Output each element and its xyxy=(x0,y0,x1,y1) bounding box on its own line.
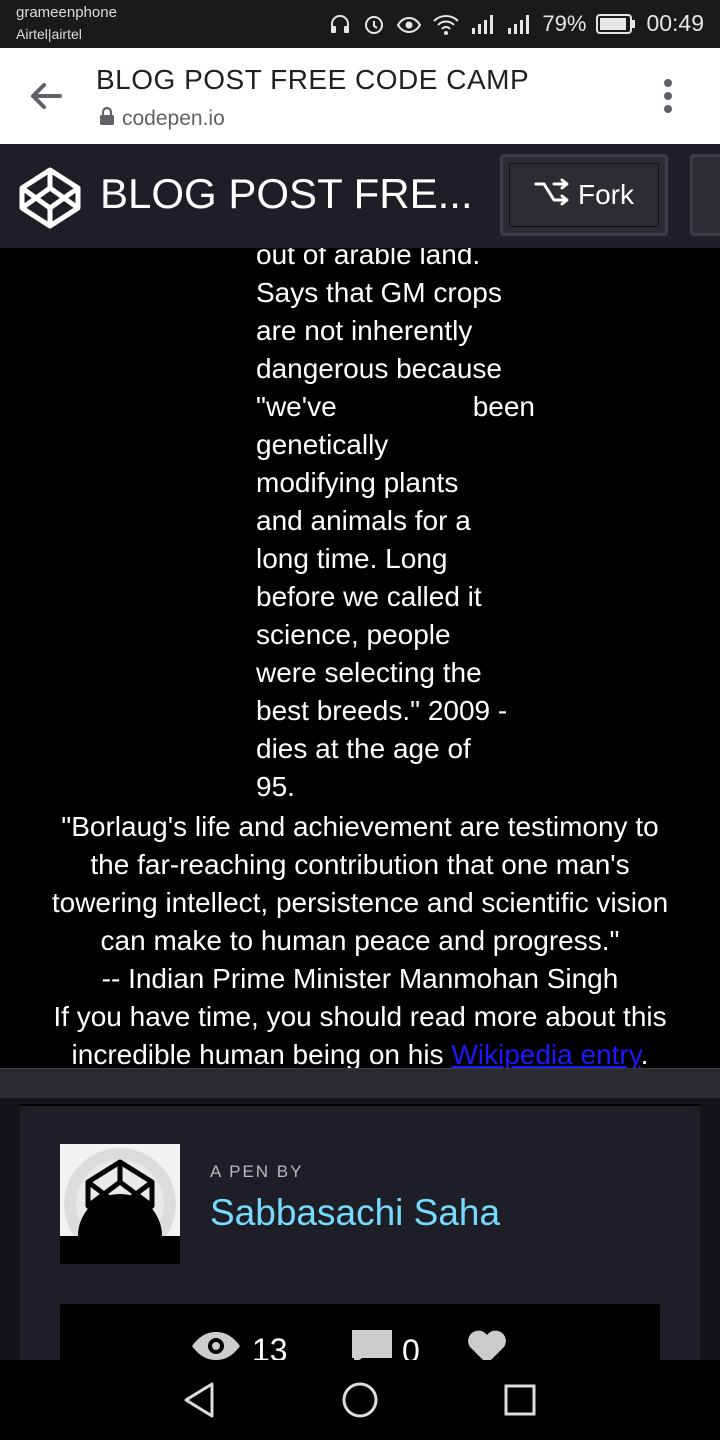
overflow-menu-button[interactable] xyxy=(650,76,686,116)
nav-back-icon xyxy=(184,1382,214,1418)
quote-line: the far-reaching contribution that one m… xyxy=(90,849,630,880)
pen-by-label: A PEN BY xyxy=(210,1162,304,1181)
author-card: A PEN BY Sabbasachi Saha 13 0 xyxy=(20,1104,700,1369)
preview-divider xyxy=(0,1068,720,1099)
nav-recents-button[interactable] xyxy=(500,1380,540,1420)
signal-icon-sim2 xyxy=(506,12,532,36)
quote-line: towering intellect, persistence and scie… xyxy=(51,887,669,918)
system-nav-bar xyxy=(0,1360,720,1440)
nav-home-icon xyxy=(342,1382,378,1418)
carrier-secondary: Airtel|airtel xyxy=(16,26,82,42)
timeline-line: modifying plants xyxy=(256,467,459,498)
avatar[interactable] xyxy=(60,1144,180,1264)
timeline-line: best breeds." 2009 - xyxy=(256,695,508,726)
codepen-logo-icon[interactable] xyxy=(18,166,82,230)
signal-icon-sim1 xyxy=(470,12,496,36)
back-arrow-icon xyxy=(31,83,62,109)
battery-percent: 79% xyxy=(542,10,587,36)
headphones-icon xyxy=(328,12,352,36)
timeline-line: long time. Long xyxy=(256,543,448,574)
timeline-line: 95. xyxy=(256,771,295,802)
clock: 00:49 xyxy=(646,10,704,36)
read-more-line: If you have time, you should read more a… xyxy=(53,1001,667,1032)
read-more-line-2: incredible human being on his Wikipedia … xyxy=(71,1039,649,1068)
status-bar: grameenphone Airtel|airtel 79% 00:49 xyxy=(0,0,720,48)
pen-preview-content: out of arable land. Says that GM crops a… xyxy=(0,248,720,1068)
timeline-line: and animals for a xyxy=(256,505,471,536)
battery-icon xyxy=(596,13,636,35)
eye-comfort-icon xyxy=(396,12,422,36)
url-display[interactable]: codepen.io xyxy=(98,106,225,132)
page-title: BLOG POST FREE CODE CAMP xyxy=(96,64,530,95)
codepen-header: BLOG POST FRE... Fork xyxy=(0,144,720,248)
pen-footer: A PEN BY Sabbasachi Saha 13 0 xyxy=(0,1098,720,1369)
back-button[interactable] xyxy=(26,76,66,116)
more-vert-icon xyxy=(664,79,672,113)
quote-attribution: -- Indian Prime Minister Manmohan Singh xyxy=(101,963,619,994)
wifi-icon xyxy=(432,12,460,36)
lock-icon xyxy=(98,106,116,132)
timeline-line: Says that GM crops xyxy=(256,277,502,308)
timeline-line: genetically xyxy=(256,429,389,460)
timeline-line: were selecting the xyxy=(256,657,482,688)
timeline-line: are not inherently xyxy=(256,315,473,346)
timeline-line: dangerous because xyxy=(256,353,502,384)
borlaug-quote: "Borlaug's life and achievement are test… xyxy=(0,808,720,1068)
status-icons: 79% 00:49 xyxy=(328,10,704,37)
header-next-button[interactable] xyxy=(690,154,720,236)
carrier-primary: grameenphone xyxy=(16,4,117,21)
pen-stats: 13 0 xyxy=(60,1304,660,1369)
nav-back-button[interactable] xyxy=(180,1380,220,1420)
timeline-line: "we've been xyxy=(256,391,535,422)
wikipedia-link[interactable]: Wikipedia entry xyxy=(451,1039,640,1068)
url-text: codepen.io xyxy=(122,107,225,130)
alarm-icon xyxy=(362,12,386,36)
fork-button[interactable]: Fork xyxy=(500,154,668,236)
timeline-line: before we called it xyxy=(256,581,482,612)
quote-line: "Borlaug's life and achievement are test… xyxy=(61,811,659,842)
nav-recents-icon xyxy=(504,1384,536,1416)
author-name[interactable]: Sabbasachi Saha xyxy=(210,1192,500,1234)
nav-home-button[interactable] xyxy=(340,1380,380,1420)
timeline-column: out of arable land. Says that GM crops a… xyxy=(256,248,535,806)
timeline-line: dies at the age of xyxy=(256,733,471,764)
browser-toolbar: BLOG POST FREE CODE CAMP codepen.io xyxy=(0,48,720,144)
timeline-line: science, people xyxy=(256,619,451,650)
quote-line: can make to human peace and progress." xyxy=(100,925,620,956)
pen-title: BLOG POST FRE... xyxy=(100,170,473,217)
timeline-line: out of arable land. xyxy=(256,248,481,270)
